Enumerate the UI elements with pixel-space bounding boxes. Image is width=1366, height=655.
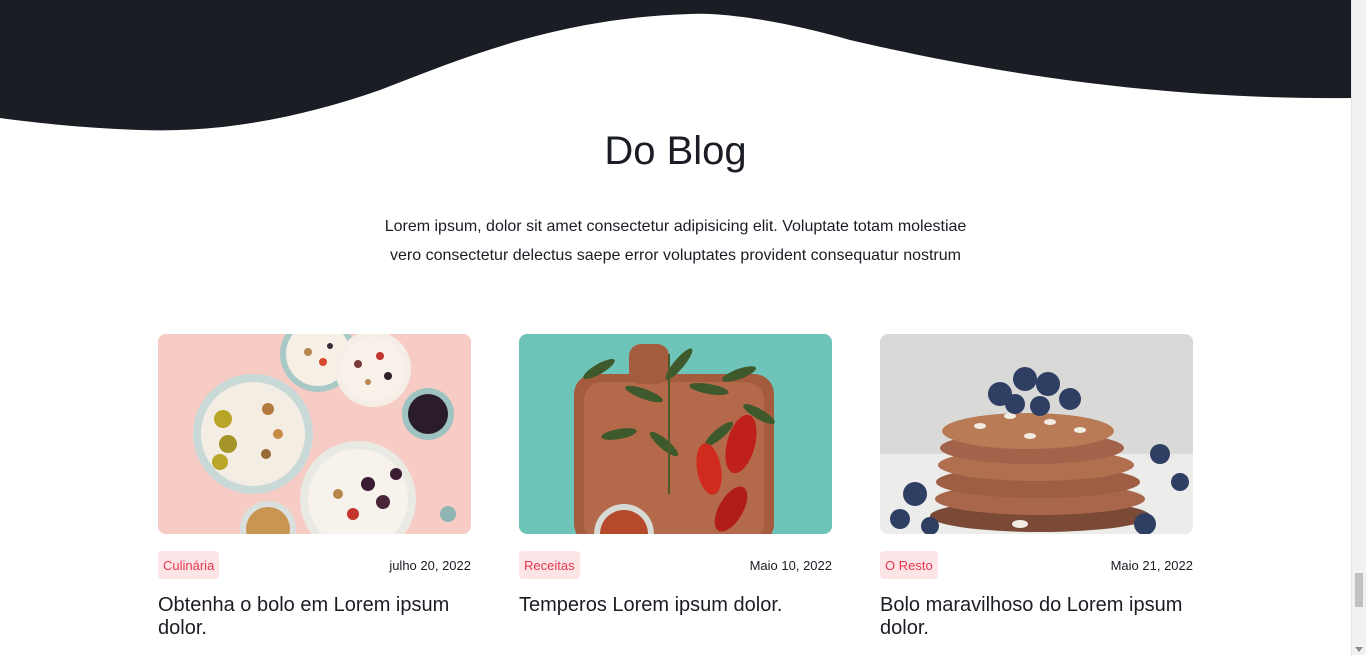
scroll-down-arrow-icon[interactable]	[1355, 647, 1363, 652]
card-meta: Culinária julho 20, 2022	[158, 550, 471, 580]
blog-page: Do Blog Lorem ipsum, dolor sit amet cons…	[0, 0, 1366, 655]
peppers-cutting-board-image[interactable]	[519, 334, 832, 534]
scrollbar-thumb[interactable]	[1355, 573, 1363, 607]
category-badge[interactable]: O Resto	[880, 551, 938, 579]
blog-card[interactable]: O Resto Maio 21, 2022 Bolo maravilhoso d…	[880, 334, 1193, 640]
post-date: Maio 21, 2022	[1110, 558, 1193, 573]
card-meta: O Resto Maio 21, 2022	[880, 550, 1193, 580]
post-title[interactable]: Obtenha o bolo em Lorem ipsum dolor.	[158, 594, 471, 640]
section-description: Lorem ipsum, dolor sit amet consectetur …	[384, 218, 967, 264]
post-title[interactable]: Temperos Lorem ipsum dolor.	[519, 594, 832, 617]
blog-card[interactable]: Receitas Maio 10, 2022 Temperos Lorem ip…	[519, 334, 832, 617]
vertical-scrollbar[interactable]	[1351, 0, 1366, 655]
pancakes-blueberries-image[interactable]	[880, 334, 1193, 534]
post-date: julho 20, 2022	[389, 558, 471, 573]
smoothie-bowls-image[interactable]	[158, 334, 471, 534]
card-meta: Receitas Maio 10, 2022	[519, 550, 832, 580]
blog-card[interactable]: Culinária julho 20, 2022 Obtenha o bolo …	[158, 334, 471, 640]
post-date: Maio 10, 2022	[749, 558, 832, 573]
post-title[interactable]: Bolo maravilhoso do Lorem ipsum dolor.	[880, 594, 1193, 640]
category-badge[interactable]: Culinária	[158, 551, 220, 579]
section-title: Do Blog	[604, 129, 747, 173]
category-badge[interactable]: Receitas	[519, 551, 580, 579]
wave-divider	[0, 0, 1351, 131]
